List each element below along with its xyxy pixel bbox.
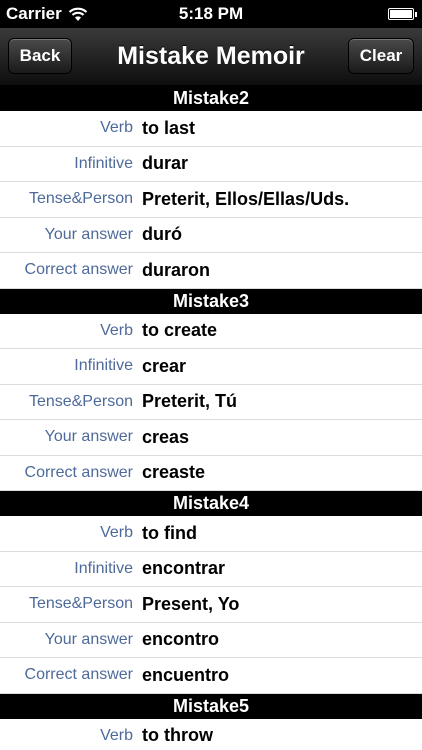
row-value: Preterit, Ellos/Ellas/Uds. — [142, 188, 350, 209]
page-title: Mistake Memoir — [117, 42, 305, 70]
table-row: Tense&Person Present, Yo — [0, 587, 422, 623]
row-value: Preterit, Tú — [142, 391, 238, 412]
row-value: crear — [142, 355, 187, 376]
row-label: Your answer — [44, 225, 133, 243]
table-row: Correct answer creaste — [0, 455, 422, 491]
wifi-icon — [68, 7, 88, 21]
row-label: Correct answer — [24, 666, 133, 684]
row-value: to create — [142, 320, 218, 341]
carrier-label: Carrier — [6, 4, 62, 23]
row-value: duró — [142, 224, 182, 245]
table-row: Correct answer duraron — [0, 253, 422, 289]
row-label: Verb — [100, 524, 133, 542]
table-row: Verb to last — [0, 111, 422, 147]
table-row: Infinitive encontrar — [0, 551, 422, 587]
row-label: Correct answer — [24, 463, 133, 481]
table-row: Verb to throw — [0, 718, 422, 750]
row-label: Infinitive — [74, 154, 133, 172]
table-row: Verb to create — [0, 313, 422, 349]
row-label: Infinitive — [74, 357, 133, 375]
table-row: Infinitive durar — [0, 146, 422, 182]
row-value: to last — [142, 117, 196, 138]
table-row: Your answer encontro — [0, 622, 422, 658]
row-value: to find — [142, 522, 197, 543]
row-label: Verb — [100, 119, 133, 137]
back-button[interactable]: Back — [8, 38, 72, 74]
section-header: Mistake2 — [0, 86, 422, 111]
row-label: Tense&Person — [28, 392, 133, 410]
row-label: Verb — [100, 726, 133, 744]
row-label: Your answer — [44, 428, 133, 446]
row-label: Verb — [100, 321, 133, 339]
row-label: Tense&Person — [28, 190, 133, 208]
row-value: creaste — [142, 462, 206, 483]
section-header: Mistake5 — [0, 693, 422, 719]
clear-button[interactable]: Clear — [348, 38, 414, 74]
mistake-list[interactable]: Mistake2 Verb to last Infinitive durar T… — [0, 86, 422, 750]
table-row: Correct answer encuentro — [0, 658, 422, 694]
row-label: Correct answer — [24, 261, 133, 279]
navigation-bar: Back Mistake Memoir Clear — [0, 28, 422, 86]
table-row: Your answer duró — [0, 217, 422, 253]
table-row: Verb to find — [0, 516, 422, 552]
row-value: creas — [142, 426, 190, 447]
table-row: Tense&Person Preterit, Ellos/Ellas/Uds. — [0, 182, 422, 218]
table-row: Infinitive crear — [0, 349, 422, 385]
row-label: Your answer — [44, 630, 133, 648]
row-value: durar — [142, 153, 189, 174]
table-row: Your answer creas — [0, 420, 422, 456]
battery-icon — [388, 8, 417, 20]
row-value: encuentro — [142, 664, 230, 685]
row-value: to throw — [142, 725, 213, 746]
section-header: Mistake3 — [0, 288, 422, 314]
status-bar: Carrier 5:18 PM — [0, 0, 422, 28]
row-label: Tense&Person — [28, 595, 133, 613]
section-header: Mistake4 — [0, 491, 422, 516]
status-left: Carrier — [6, 4, 88, 24]
row-value: duraron — [142, 259, 211, 280]
row-label: Infinitive — [74, 559, 133, 577]
row-value: encontrar — [142, 558, 226, 579]
table-row: Tense&Person Preterit, Tú — [0, 384, 422, 420]
row-value: Present, Yo — [142, 593, 240, 614]
row-value: encontro — [142, 629, 220, 650]
